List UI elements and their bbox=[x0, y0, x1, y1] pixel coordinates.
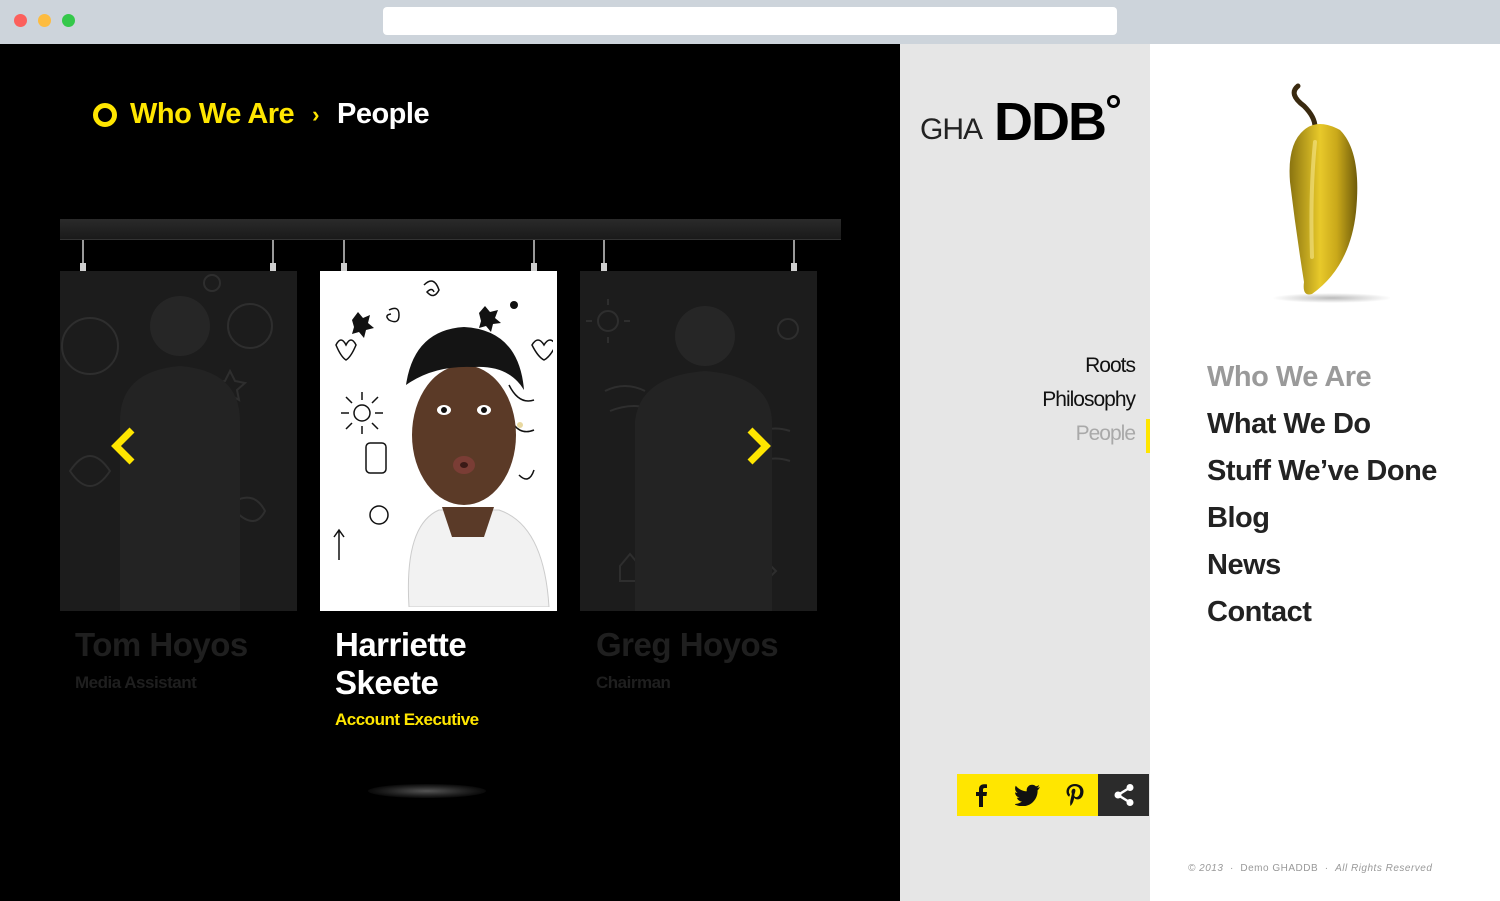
person-name-line: Harriette bbox=[335, 626, 467, 663]
subnav-item-philosophy[interactable]: Philosophy bbox=[1042, 383, 1136, 417]
share-icon bbox=[1114, 784, 1133, 806]
facebook-button[interactable] bbox=[957, 774, 1004, 816]
breadcrumb: Who We Are › People bbox=[93, 98, 430, 131]
footer-site[interactable]: Demo GHADDB bbox=[1240, 863, 1318, 874]
person-name-line: Skeete bbox=[335, 664, 439, 701]
person-name-greg-hoyos: Greg Hoyos bbox=[596, 626, 779, 663]
person-card-harriette-skeete[interactable] bbox=[320, 271, 557, 611]
hanging-clip bbox=[791, 263, 797, 271]
footer-year: © 2013 bbox=[1188, 863, 1224, 874]
logo-prefix: GHA bbox=[920, 113, 983, 146]
next-arrow-icon[interactable] bbox=[740, 426, 774, 466]
person-photo bbox=[333, 280, 553, 607]
nav-item-stuff-weve-done[interactable]: Stuff We’ve Done bbox=[1207, 448, 1437, 495]
person-photo bbox=[586, 299, 799, 611]
hanging-clip bbox=[80, 263, 86, 271]
subnav-item-people[interactable]: People bbox=[1042, 417, 1136, 451]
person-role-greg-hoyos: Chairman bbox=[596, 673, 671, 692]
gha-ddb-logo[interactable]: GHA DDB bbox=[920, 92, 1121, 152]
nav-item-blog[interactable]: Blog bbox=[1207, 495, 1437, 542]
hanging-clip bbox=[341, 263, 347, 271]
share-button[interactable] bbox=[1098, 774, 1149, 816]
logo-ring-icon bbox=[1107, 95, 1121, 108]
footer-rights: All Rights Reserved bbox=[1335, 863, 1433, 874]
breadcrumb-root-link[interactable]: Who We Are bbox=[130, 98, 295, 131]
nav-item-what-we-do[interactable]: What We Do bbox=[1207, 401, 1437, 448]
facebook-icon bbox=[975, 784, 987, 807]
people-stage: Who We Are › People Tom Hoyos Media Assi… bbox=[0, 44, 900, 901]
sub-navigation: Roots Philosophy People bbox=[1042, 349, 1136, 451]
social-bar bbox=[957, 774, 1149, 816]
maximize-window-button[interactable] bbox=[62, 14, 75, 27]
twitter-icon bbox=[1014, 784, 1040, 806]
person-card-greg-hoyos[interactable] bbox=[580, 271, 817, 611]
sub-sidebar: GHA DDB Roots Philosophy People bbox=[900, 44, 1176, 901]
person-name-harriette-skeete: Harriette Skeete bbox=[335, 626, 467, 702]
nav-item-who-we-are[interactable]: Who We Are bbox=[1207, 354, 1437, 401]
person-role-tom-hoyos: Media Assistant bbox=[75, 673, 197, 692]
main-panel: Who We Are What We Do Stuff We’ve Done B… bbox=[1150, 44, 1500, 901]
logo-brand: DDB bbox=[994, 92, 1107, 152]
twitter-button[interactable] bbox=[1004, 774, 1051, 816]
person-name-tom-hoyos: Tom Hoyos bbox=[75, 626, 248, 663]
footer: © 2013 · Demo GHADDB · All Rights Reserv… bbox=[1188, 863, 1432, 874]
ring-icon bbox=[93, 102, 117, 127]
previous-arrow-icon[interactable] bbox=[108, 426, 142, 466]
person-role-harriette-skeete: Account Executive bbox=[335, 710, 479, 729]
minimize-window-button[interactable] bbox=[38, 14, 51, 27]
close-window-button[interactable] bbox=[14, 14, 27, 27]
person-photo bbox=[61, 274, 273, 611]
nav-item-news[interactable]: News bbox=[1207, 542, 1437, 589]
breadcrumb-current: People bbox=[337, 98, 430, 130]
person-card-tom-hoyos[interactable] bbox=[60, 271, 297, 611]
pinterest-icon bbox=[1066, 784, 1083, 806]
browser-chrome bbox=[0, 0, 1500, 44]
main-navigation: Who We Are What We Do Stuff We’ve Done B… bbox=[1207, 354, 1437, 636]
pinterest-button[interactable] bbox=[1051, 774, 1098, 816]
breadcrumb-separator: › bbox=[312, 101, 319, 127]
nav-item-contact[interactable]: Contact bbox=[1207, 589, 1437, 636]
subnav-item-roots[interactable]: Roots bbox=[1042, 349, 1136, 383]
hanging-rail bbox=[60, 219, 841, 240]
hanging-clip bbox=[601, 263, 607, 271]
yellow-pepper-icon bbox=[1272, 83, 1390, 303]
address-bar[interactable] bbox=[383, 7, 1117, 35]
footer-separator: · bbox=[1324, 863, 1329, 874]
hanging-clip bbox=[531, 263, 537, 271]
carousel-shadow bbox=[368, 784, 486, 798]
footer-separator: · bbox=[1229, 863, 1234, 874]
hanging-clip bbox=[270, 263, 276, 271]
